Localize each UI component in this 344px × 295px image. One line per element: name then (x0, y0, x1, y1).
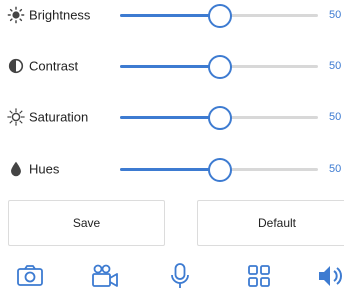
slider-row-contrast: Contrast 50 (0, 51, 344, 81)
microphone-icon (171, 263, 189, 288)
contrast-slider-fill (120, 64, 219, 68)
contrast-value: 50 (329, 60, 342, 72)
brightness-slider[interactable] (120, 4, 318, 28)
saturation-label: Saturation (29, 109, 89, 125)
contrast-slider[interactable] (120, 55, 318, 79)
brightness-slider-fill (120, 13, 219, 17)
hue-drop-icon (11, 161, 21, 177)
hues-slider[interactable] (120, 158, 318, 182)
default-button[interactable]: Default (197, 200, 344, 246)
grid-icon (248, 265, 270, 287)
hues-slider-thumb[interactable] (208, 158, 232, 182)
brightness-value: 50 (329, 9, 342, 21)
contrast-label: Contrast (29, 58, 79, 74)
saturation-slider-fill (120, 115, 219, 119)
contrast-slider-thumb[interactable] (208, 55, 232, 79)
speaker-button[interactable] (316, 262, 344, 290)
camera-button[interactable] (16, 262, 44, 290)
hues-slider-fill (120, 167, 219, 171)
video-camera-icon (92, 264, 118, 287)
speaker-icon (319, 266, 342, 286)
save-button[interactable]: Save (8, 200, 165, 246)
saturation-slider-thumb[interactable] (208, 106, 232, 130)
saturation-slider[interactable] (120, 106, 318, 130)
brightness-label: Brightness (29, 7, 91, 23)
slider-row-saturation: Saturation 50 (0, 102, 344, 132)
saturation-icon (7, 108, 25, 126)
brightness-slider-thumb[interactable] (208, 4, 232, 28)
brightness-icon (7, 6, 25, 24)
camera-icon (17, 265, 43, 286)
video-camera-button[interactable] (91, 262, 119, 290)
saturation-value: 50 (329, 111, 342, 123)
slider-row-brightness: Brightness 50 (0, 0, 344, 30)
grid-button[interactable] (245, 262, 273, 290)
hues-value: 50 (329, 163, 342, 175)
microphone-button[interactable] (166, 262, 194, 290)
contrast-icon (8, 58, 24, 74)
hues-label: Hues (29, 161, 60, 177)
slider-row-hues: Hues 50 (0, 154, 344, 184)
